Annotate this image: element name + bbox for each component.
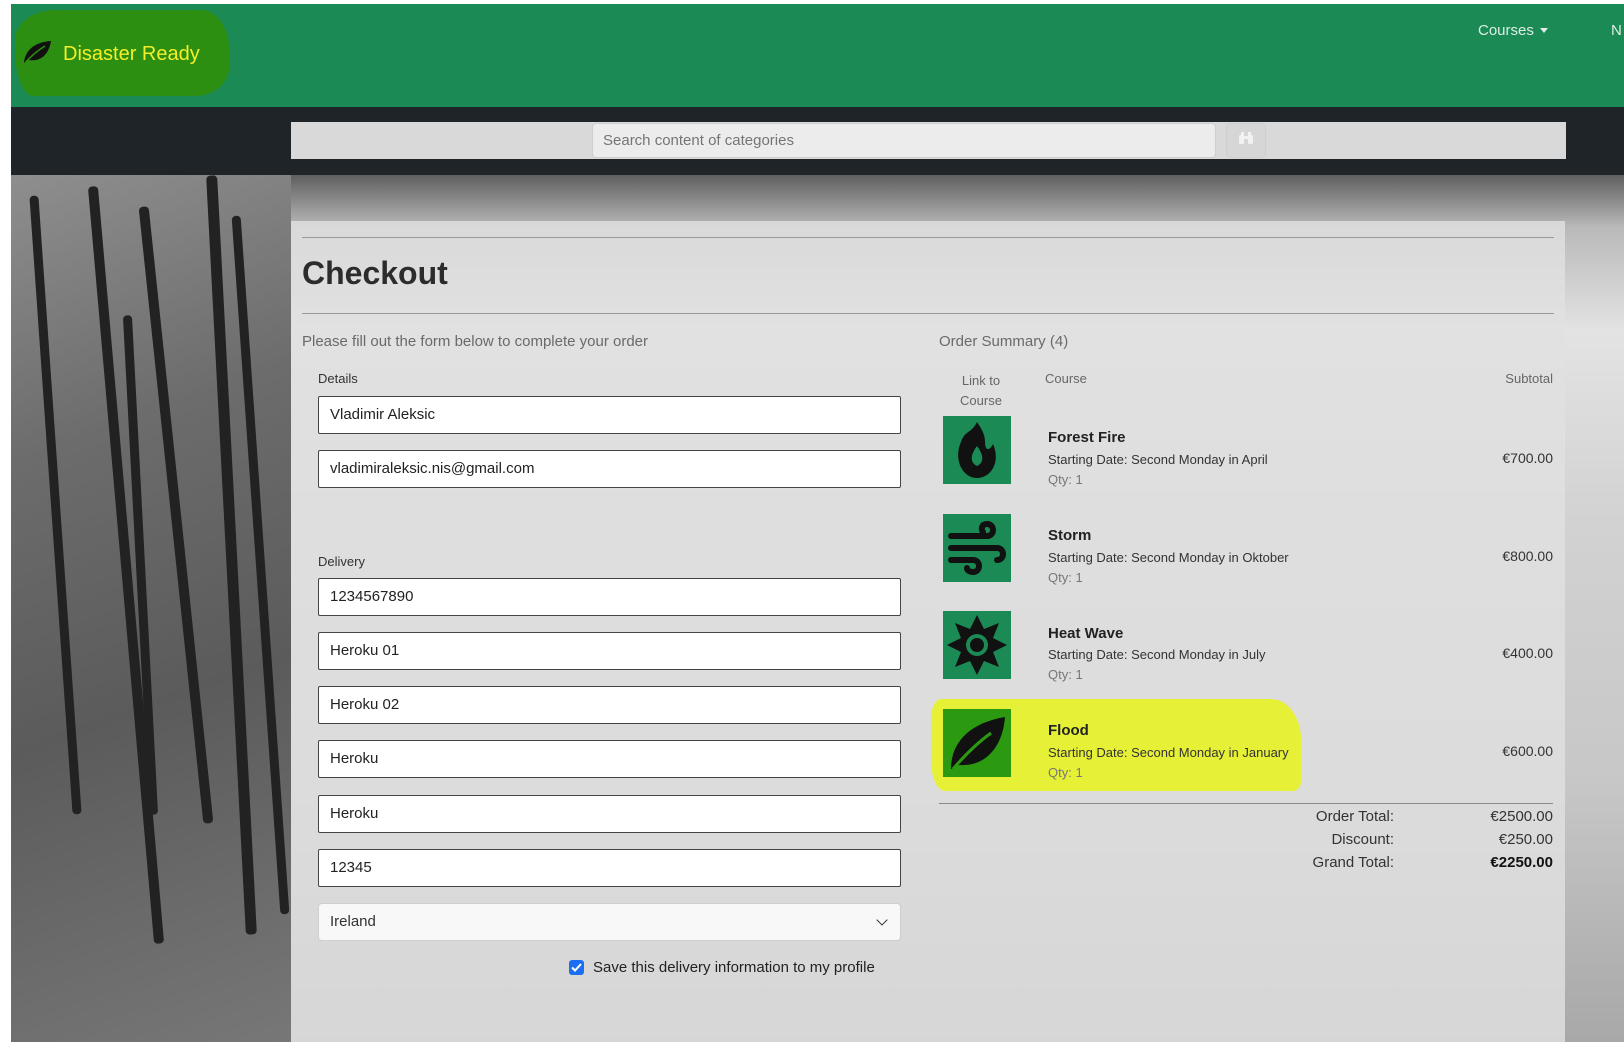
item-qty: Qty: 1 [1048, 765, 1083, 780]
caret-down-icon [1539, 28, 1548, 33]
page-title: Checkout [302, 255, 448, 291]
course-link-flood[interactable] [943, 709, 1011, 777]
brand-name: Disaster Ready [63, 43, 200, 65]
item-name: Forest Fire [1048, 429, 1126, 446]
search-strip [291, 122, 1566, 159]
order-total-value: €2500.00 [1490, 808, 1553, 825]
column-header-subtotal: Subtotal [1505, 371, 1553, 386]
flame-icon [943, 422, 1011, 484]
hero-background: Checkout Please fill out the form below … [11, 175, 1624, 1042]
nav-courses-dropdown[interactable]: Courses [1478, 22, 1548, 39]
item-price: €600.00 [1502, 743, 1553, 759]
delivery-label: Delivery [318, 554, 365, 569]
item-qty: Qty: 1 [1048, 667, 1083, 682]
course-link-heat-wave[interactable] [943, 611, 1011, 679]
grand-total-label: Grand Total: [1312, 854, 1394, 871]
checkout-panel: Checkout Please fill out the form below … [291, 221, 1565, 1042]
column-header-course: Course [1045, 371, 1087, 386]
column-header-link: Link to Course [960, 373, 1002, 408]
item-price: €400.00 [1502, 645, 1553, 661]
full-name-field[interactable]: Vladimir Aleksic [318, 396, 901, 434]
item-date: Starting Date: Second Monday in Oktober [1048, 550, 1289, 565]
details-label: Details [318, 371, 358, 386]
county-field[interactable]: Heroku [318, 795, 901, 833]
search-bar [11, 107, 1624, 175]
wind-icon [943, 520, 1011, 582]
phone-field[interactable]: 1234567890 [318, 578, 901, 616]
item-price: €700.00 [1502, 450, 1553, 466]
nav-more-item[interactable]: N [1611, 22, 1622, 39]
discount-value: €250.00 [1498, 831, 1553, 848]
form-intro: Please fill out the form below to comple… [302, 333, 649, 350]
street-address2-field[interactable]: Heroku 02 [318, 686, 901, 724]
item-name: Heat Wave [1048, 625, 1124, 642]
brand-link[interactable]: Disaster Ready [21, 38, 200, 71]
item-name: Storm [1048, 527, 1092, 544]
email-field[interactable]: vladimiraleksic.nis@gmail.com [318, 450, 901, 488]
item-date: Starting Date: Second Monday in January [1048, 745, 1289, 760]
country-select-value: Ireland [330, 913, 376, 930]
course-link-storm[interactable] [943, 514, 1011, 582]
item-qty: Qty: 1 [1048, 570, 1083, 585]
leaf-icon [21, 38, 53, 71]
item-price: €800.00 [1502, 548, 1553, 564]
grand-total-value: €2250.00 [1490, 854, 1553, 871]
hero-photo-left [11, 175, 291, 1042]
divider [302, 237, 1554, 238]
street-address1-field[interactable]: Heroku 01 [318, 632, 901, 670]
nav-courses-label: Courses [1478, 22, 1534, 39]
course-link-forest-fire[interactable] [943, 416, 1011, 484]
order-summary-title: Order Summary (4) [939, 333, 1069, 350]
item-qty: Qty: 1 [1048, 472, 1083, 487]
search-input[interactable] [592, 123, 1216, 158]
binoculars-icon [1238, 131, 1254, 150]
discount-label: Discount: [1331, 831, 1394, 848]
save-info-label: Save this delivery information to my pro… [593, 959, 875, 976]
town-field[interactable]: Heroku [318, 740, 901, 778]
sun-icon [943, 615, 1011, 679]
divider [939, 803, 1553, 804]
item-date: Starting Date: Second Monday in April [1048, 452, 1268, 467]
leaf-icon [943, 717, 1011, 777]
country-select[interactable]: Ireland [318, 903, 901, 941]
search-button[interactable] [1226, 123, 1266, 158]
item-name: Flood [1048, 722, 1089, 739]
item-date: Starting Date: Second Monday in July [1048, 647, 1266, 662]
chevron-down-icon [876, 914, 888, 926]
postcode-field[interactable]: 12345 [318, 849, 901, 887]
order-total-label: Order Total: [1315, 808, 1394, 825]
checkbox-checked-icon [569, 960, 584, 975]
divider [302, 313, 1554, 314]
page: Disaster Ready Courses N Search content … [11, 4, 1624, 1042]
top-navbar: Disaster Ready Courses N [11, 4, 1624, 107]
save-info-checkbox[interactable]: Save this delivery information to my pro… [569, 959, 875, 976]
